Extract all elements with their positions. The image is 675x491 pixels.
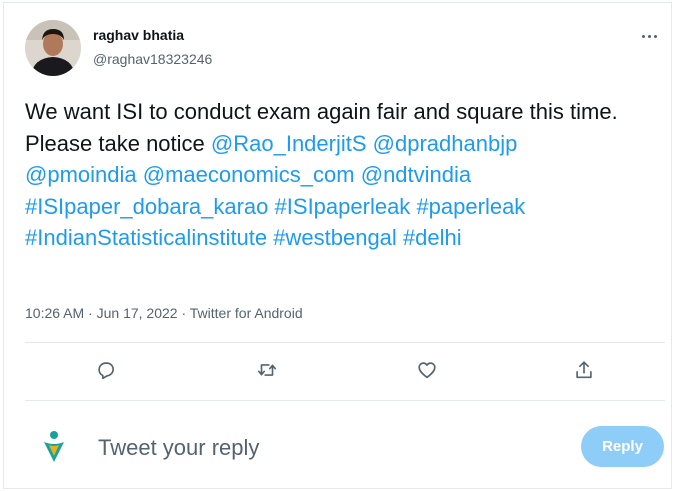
tweet-text-segment: We want ISI to conduct exam again fair a… (25, 99, 618, 124)
tweet-time[interactable]: 10:26 AM (25, 305, 84, 321)
divider (25, 342, 665, 343)
mention-link[interactable]: @ndtvindia (361, 162, 471, 187)
tweet-meta: 10:26 AM · Jun 17, 2022 · Twitter for An… (25, 305, 303, 321)
retweet-icon[interactable] (255, 358, 279, 382)
author-display-name[interactable]: raghav bhatia (93, 27, 184, 43)
author-handle[interactable]: @raghav18323246 (93, 51, 212, 67)
author-avatar[interactable] (25, 20, 81, 76)
tweet-source[interactable]: Twitter for Android (190, 305, 303, 321)
hashtag-link[interactable]: #IndianStatisticalinstitute (25, 225, 267, 250)
hashtag-link[interactable]: #ISIpaper_dobara_karao (25, 194, 268, 219)
like-icon[interactable] (415, 358, 439, 382)
reply-button[interactable]: Reply (581, 426, 664, 467)
reply-icon[interactable] (94, 358, 118, 382)
mention-link[interactable]: @maeconomics_com (143, 162, 355, 187)
tweet-text-segment: Please take notice (25, 130, 211, 156)
mention-link[interactable]: @pmoindia (25, 162, 137, 187)
share-icon[interactable] (572, 358, 596, 382)
hashtag-link[interactable]: #ISIpaperleak (275, 194, 411, 219)
user-avatar-icon (39, 426, 69, 466)
tweet-date[interactable]: Jun 17, 2022 (97, 305, 178, 321)
hashtag-link[interactable]: #paperleak (416, 194, 525, 219)
tweet-text: We want ISI to conduct exam again fair a… (25, 96, 665, 254)
more-options-icon[interactable] (636, 25, 662, 47)
mention-link[interactable]: @dpradhanbjp (373, 131, 518, 156)
mention-link[interactable]: @Rao_InderjitS (211, 131, 367, 156)
hashtag-link[interactable]: #westbengal (273, 225, 397, 250)
divider (25, 400, 665, 401)
meta-separator: · (177, 305, 190, 321)
tweet-card: raghav bhatia @raghav18323246 We want IS… (3, 2, 672, 489)
meta-separator: · (84, 305, 97, 321)
hashtag-link[interactable]: #delhi (403, 225, 462, 250)
reply-input[interactable] (98, 434, 558, 462)
